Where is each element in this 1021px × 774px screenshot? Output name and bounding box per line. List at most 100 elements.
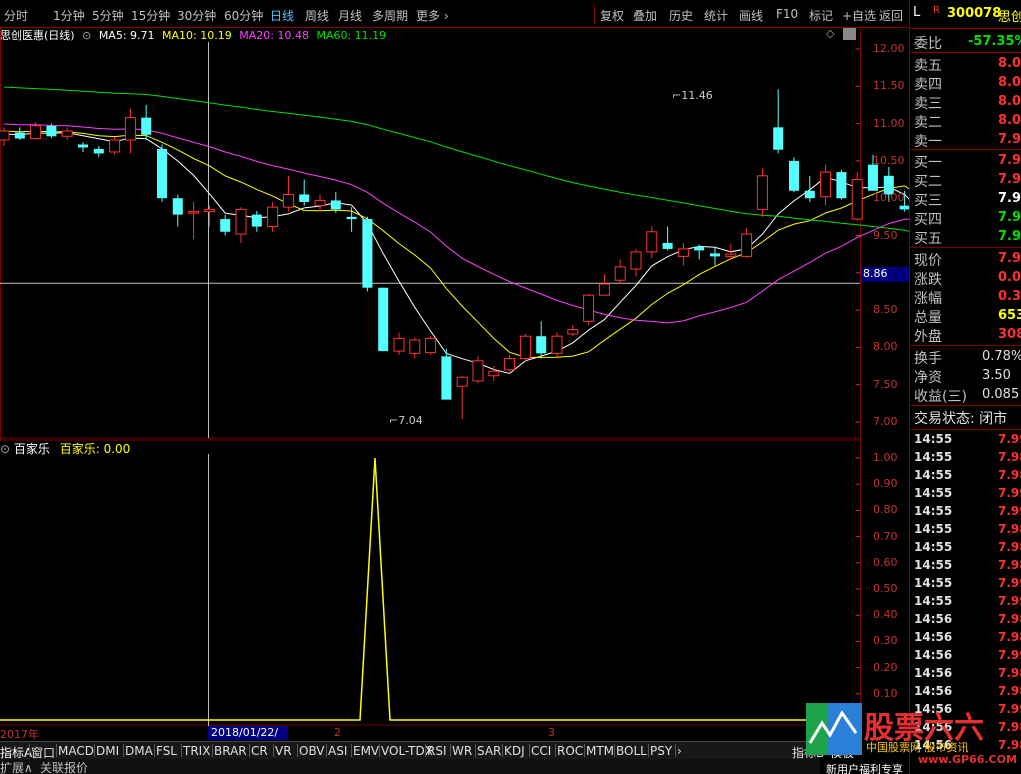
period-tab-15min[interactable]: 15分钟 [131,7,170,24]
indicator-tab-obv[interactable]: OBV [299,744,325,758]
indicator-tab-[interactable]: › [677,744,682,758]
window-toggle-icon[interactable] [843,28,856,40]
indicator-tab-cci[interactable]: CCI [531,744,551,758]
candle-body-down [710,253,720,257]
divider [910,28,1021,29]
cursor-date-label: 2018/01/22/— [208,726,288,752]
period-tab-1min[interactable]: 1分钟 [53,7,85,24]
indicator-tab-dma[interactable]: DMA [125,744,153,758]
candle-body-up [820,171,832,198]
tab-divider [273,744,274,757]
indicator-tab-vr[interactable]: VR [275,744,292,758]
ask-price: 7.99 [998,132,1021,147]
candle-body-down [299,194,310,202]
stat-value: 0.085 [982,387,1020,402]
candle-body-down [662,242,673,249]
history-button[interactable]: 历史 [669,7,693,24]
ma20-line [3,123,909,324]
candle-body-up [124,117,136,141]
stock-code: 300078 [947,6,1002,21]
indicator-tab-wr[interactable]: WR [452,744,472,758]
f10-button[interactable]: F10 [776,7,798,21]
settings-icon[interactable]: ⊙ [82,29,91,42]
candle-body-up [756,175,768,210]
tick-price: 7.99 [998,576,1021,590]
related-quote-button[interactable]: 关联报价 [40,759,88,774]
indicator-tab-roc[interactable]: ROC [557,744,583,758]
indicator-tab-sar[interactable]: SAR [477,744,501,758]
period-tab-monthly[interactable]: 月线 [338,7,362,24]
period-tab-fenshi[interactable]: 分时 [4,7,28,24]
candle-body-down [330,200,341,210]
period-tab-daily[interactable]: 日线 [270,7,294,24]
indicator-tab-fsl[interactable]: FSL [156,744,177,758]
candle-body-down [899,205,909,210]
candle-body-up [188,211,200,214]
period-tab-weekly[interactable]: 周线 [305,7,329,24]
indicator-tab-asi[interactable]: ASI [328,744,347,758]
ask-price: 8.01 [998,56,1021,71]
indicator-tab-emv[interactable]: EMV [353,744,379,758]
indicator-tab-cr[interactable]: CR [251,744,268,758]
indicator-line [0,457,860,721]
period-tab-more[interactable]: 更多 › [416,7,449,24]
candle-body-down [93,148,104,154]
tab-divider [529,744,530,757]
mark-button[interactable]: 标记 [809,7,833,24]
tick-time: 14:56 [914,666,953,680]
overlay-button[interactable]: 叠加 [633,7,657,24]
back-button[interactable]: 返回 [879,7,903,24]
period-tab-5min[interactable]: 5分钟 [92,7,124,24]
tab-divider [154,744,155,757]
high-price-label: ⌐11.46 [672,89,713,102]
period-tab-60min[interactable]: 60分钟 [224,7,263,24]
bid-level-label: 买二 [914,174,942,190]
candle-body-up [646,231,658,253]
diamond-icon[interactable]: ◇ [826,27,834,40]
tick-price: 7.98 [998,666,1021,680]
tick-time: 14:56 [914,612,953,626]
period-tab-30min[interactable]: 30分钟 [177,7,216,24]
period-tab-multi[interactable]: 多周期 [372,7,408,24]
indicator-tab-boll[interactable]: BOLL [616,744,647,758]
tab-divider [326,744,327,757]
indicator-tab-brar[interactable]: BRAR [214,744,247,758]
candle-body-down [172,198,183,215]
divider [910,405,1021,406]
indicator-tab-dmi[interactable]: DMI [96,744,119,758]
tick-price: 7.99 [998,594,1021,608]
candle-body-up [314,199,326,207]
indicator-tab-macd[interactable]: MACD [58,744,94,758]
indicator-tab-trix[interactable]: TRIX [183,744,210,758]
draw-line-button[interactable]: 画线 [739,7,763,24]
statistics-button[interactable]: 统计 [704,7,728,24]
indicator-tabs: 指标B 模板 指标A窗口MACDDMIDMAFSLTRIXBRARCRVROBV… [0,741,854,760]
indicator-tab-psy[interactable]: PSY [650,744,672,758]
indicator-tab-kdj[interactable]: KDJ [504,744,525,758]
indicator-tab-mtm[interactable]: MTM [586,744,614,758]
add-favorite-button[interactable]: +自选 [842,7,876,24]
candle-body-down [441,356,452,400]
settings-icon[interactable]: ⊙ [0,442,10,456]
ask-price: 8.01 [998,94,1021,109]
candle-body-up [583,294,595,322]
candle-body-up [725,253,737,257]
kline-chart[interactable] [0,28,909,728]
candle-body-up [203,208,215,213]
price-tick-label: 11.50 [873,79,905,93]
expand-button[interactable]: 扩展∧ [0,759,33,774]
fuquan-button[interactable]: 复权 [600,7,624,24]
price-tick-label: 8.00 [873,340,898,354]
tab-divider [555,744,556,757]
bid-level-label: 买四 [914,212,942,228]
candle-body-up [598,283,610,296]
candle-body-up [741,233,753,257]
ma60-line [3,86,909,232]
candle-body-up [61,130,73,137]
stock-title: 思创医惠(日线) [0,29,75,42]
bid-level-label: 买一 [914,155,942,171]
tick-price: 7.98 [998,558,1021,572]
price-tick-label: 7.00 [873,415,898,428]
tick-time: 14:55 [914,432,953,446]
indicator-tab-rsi[interactable]: RSI [427,744,447,758]
